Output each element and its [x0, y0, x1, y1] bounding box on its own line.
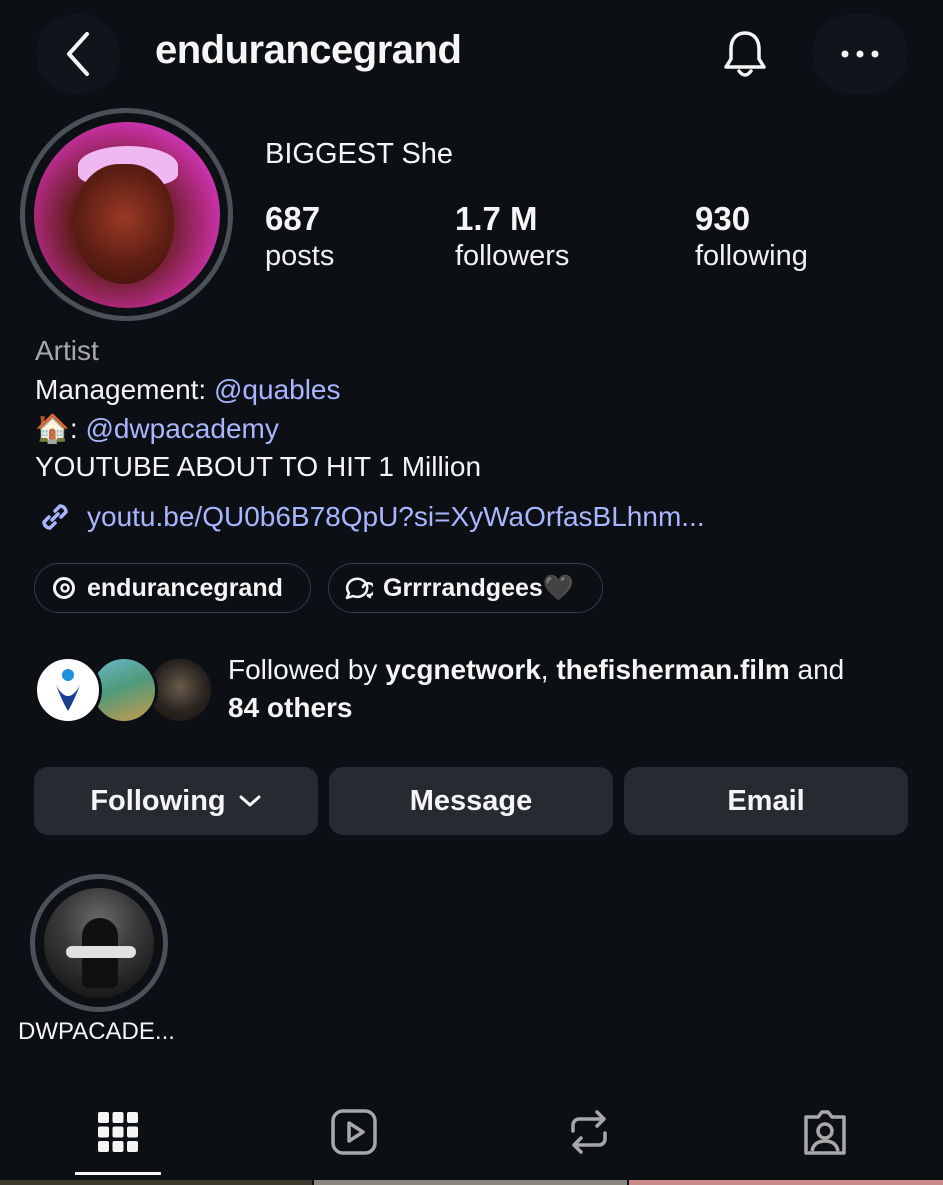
- profile-avatar[interactable]: [20, 108, 233, 321]
- bio-management-line: Management: @quables: [35, 371, 341, 409]
- repost-icon: [571, 1110, 607, 1154]
- following-count: 930: [695, 200, 751, 237]
- followed-and: and: [789, 654, 845, 685]
- highlight-label: DWPACADE...: [18, 1018, 175, 1045]
- message-button-label: Message: [409, 784, 533, 817]
- followed-name-1: ycgnetwork: [385, 654, 541, 685]
- house-sep: :: [69, 413, 86, 444]
- followed-name-2: thefisherman.film: [556, 654, 790, 685]
- followed-prefix: Followed by: [228, 654, 386, 685]
- tab-reposts[interactable]: [561, 1104, 617, 1160]
- more-horizontal-icon: [841, 50, 879, 58]
- active-tab-indicator: [75, 1172, 161, 1175]
- bell-icon: [724, 31, 766, 77]
- more-options-button[interactable]: [812, 14, 908, 94]
- posts-count: 687: [265, 200, 321, 237]
- notifications-button[interactable]: [712, 22, 778, 88]
- chat-bubbles-icon: [345, 577, 373, 600]
- bio-category: Artist: [35, 335, 99, 366]
- tagged-icon: [804, 1110, 846, 1155]
- display-name: BIGGEST She: [265, 138, 454, 170]
- followed-by-text[interactable]: Followed by ycgnetwork, thefisherman.fil…: [228, 651, 918, 727]
- grid-icon: [98, 1112, 138, 1152]
- following-button[interactable]: Following: [34, 767, 318, 835]
- link-icon: [42, 504, 68, 530]
- followers-count: 1.7 M: [455, 200, 538, 237]
- bio-text-line: YOUTUBE ABOUT TO HIT 1 Million: [35, 451, 482, 482]
- reels-icon: [331, 1109, 377, 1155]
- profile-username: endurancegrand: [155, 28, 462, 72]
- following-label: following: [695, 240, 808, 272]
- back-button[interactable]: [36, 14, 120, 94]
- posts-grid-preview[interactable]: [0, 1180, 943, 1185]
- followed-others: 84 others: [228, 692, 353, 723]
- mutual-followers-avatars[interactable]: [34, 656, 214, 726]
- bio-link-text: youtu.be/QU0b6B78QpU?si=XyWaOrfasBLhnm..…: [87, 501, 705, 532]
- bio-link[interactable]: youtu.be/QU0b6B78QpU?si=XyWaOrfasBLhnm..…: [35, 497, 705, 537]
- profile-page: endurancegrand BIGGEST She 687 posts 1.7…: [0, 0, 943, 1185]
- threads-chip-label: endurancegrand: [87, 573, 283, 602]
- management-prefix: Management:: [35, 374, 214, 405]
- threads-chip[interactable]: endurancegrand: [34, 563, 311, 613]
- followers-label: followers: [455, 240, 570, 272]
- followers-stat[interactable]: 1.7 M followers: [455, 200, 569, 274]
- mutual-avatar-1: [34, 656, 102, 724]
- tab-reels[interactable]: [326, 1104, 382, 1160]
- bio-house-line: 🏠: @dwpacademy: [35, 410, 279, 448]
- story-highlight[interactable]: [30, 874, 168, 1012]
- tab-tagged[interactable]: [797, 1104, 853, 1160]
- email-button[interactable]: Email: [624, 767, 908, 835]
- highlight-cover: [44, 888, 154, 998]
- chevron-down-icon: [239, 795, 261, 807]
- channel-chip-label: Grrrrandgees🖤: [383, 573, 574, 602]
- following-stat[interactable]: 930 following: [695, 200, 808, 274]
- email-button-label: Email: [727, 784, 805, 817]
- threads-icon: [53, 577, 75, 599]
- house-emoji: 🏠: [35, 413, 70, 444]
- top-bar: endurancegrand: [0, 0, 943, 108]
- house-mention[interactable]: @dwpacademy: [85, 413, 278, 444]
- tab-posts-grid[interactable]: [90, 1104, 146, 1160]
- following-button-label: Following: [90, 784, 226, 817]
- posts-label: posts: [265, 240, 335, 272]
- channel-chip[interactable]: Grrrrandgees🖤: [328, 563, 603, 613]
- avatar-image: [33, 121, 220, 308]
- posts-stat[interactable]: 687 posts: [265, 200, 334, 274]
- followed-sep: ,: [540, 654, 557, 685]
- message-button[interactable]: Message: [329, 767, 613, 835]
- chevron-left-icon: [67, 32, 89, 76]
- management-mention[interactable]: @quables: [214, 374, 341, 405]
